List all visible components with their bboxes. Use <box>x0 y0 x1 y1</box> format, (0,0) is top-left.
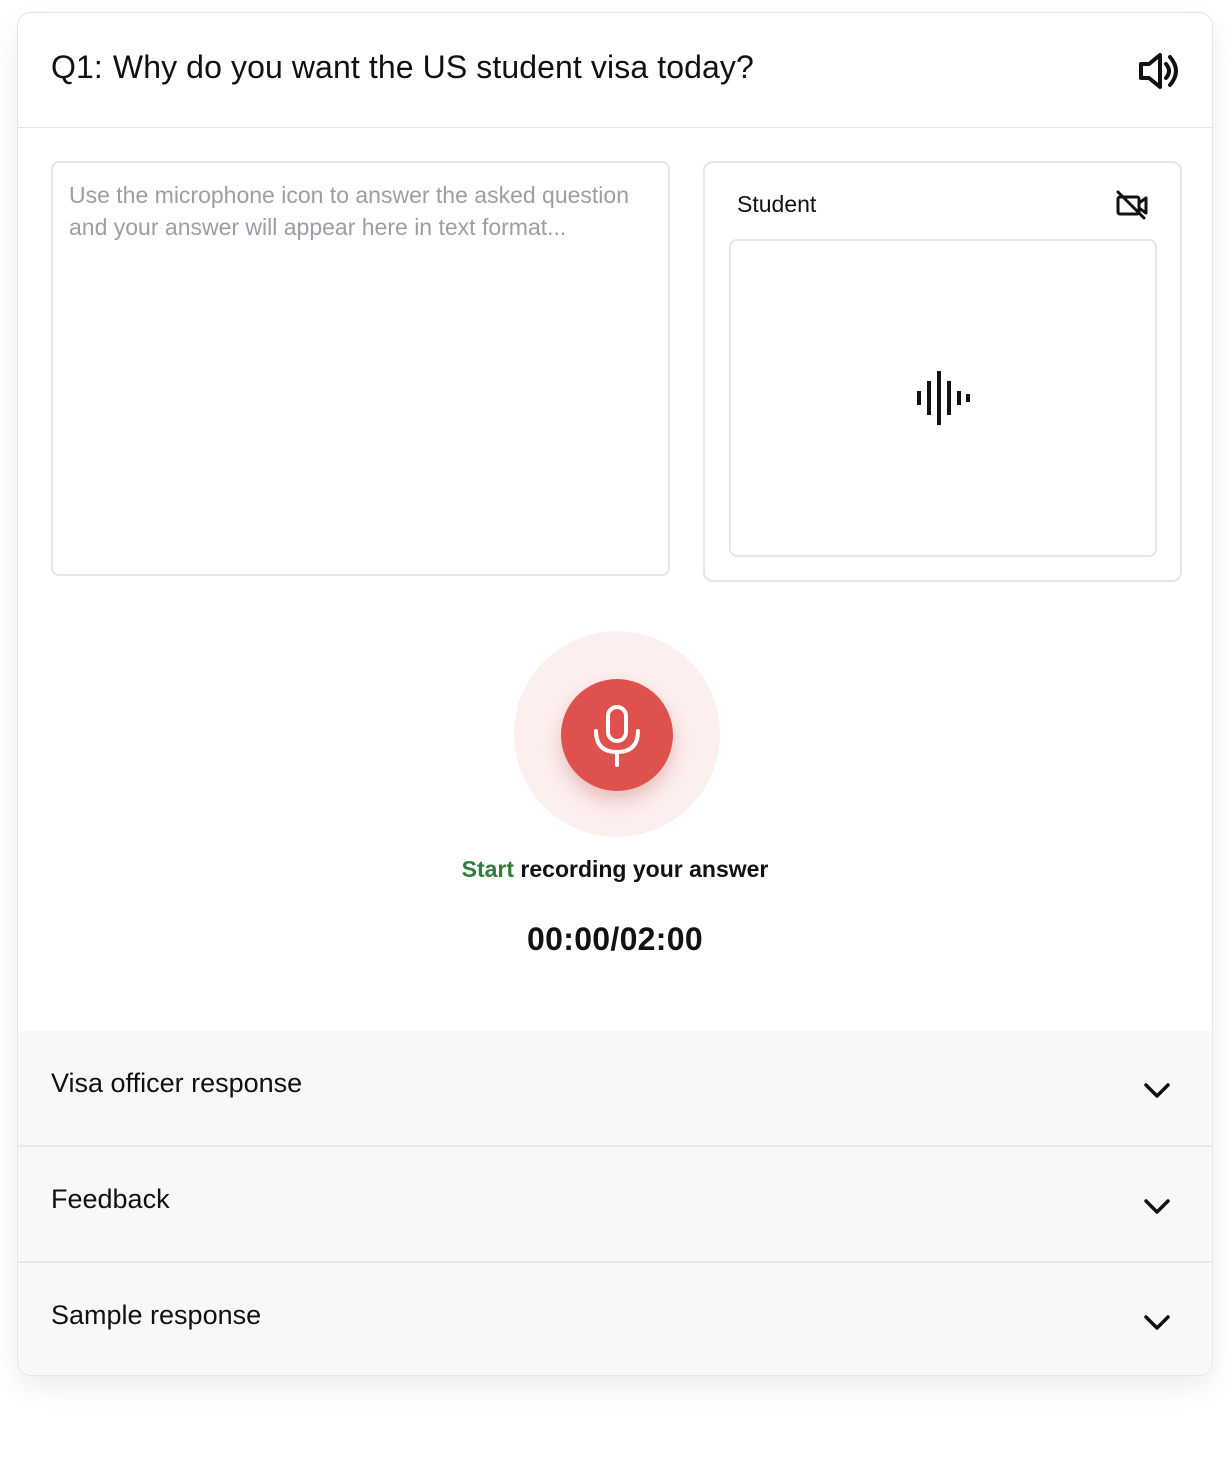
video-preview <box>729 239 1157 557</box>
answer-text-area[interactable]: Use the microphone icon to answer the as… <box>51 161 670 576</box>
student-video-panel: Student <box>703 161 1182 582</box>
question-text: Why do you want the US student visa toda… <box>112 49 754 85</box>
record-start-word: Start <box>461 856 515 882</box>
video-off-icon <box>1116 190 1148 220</box>
accordion-label: Feedback <box>51 1184 170 1214</box>
question-header: Q1: Why do you want the US student visa t… <box>18 13 1212 128</box>
answer-placeholder: Use the microphone icon to answer the as… <box>69 182 629 240</box>
question-title: Q1: Why do you want the US student visa t… <box>51 49 754 86</box>
accordion-label: Sample response <box>51 1300 262 1330</box>
accordion-visa-officer-response[interactable]: Visa officer response <box>18 1031 1212 1146</box>
accordion-feedback[interactable]: Feedback <box>18 1145 1212 1260</box>
waveform-icon <box>917 371 970 425</box>
microphone-icon <box>594 705 640 767</box>
record-button[interactable] <box>561 679 673 791</box>
speaker-icon <box>1139 53 1178 89</box>
question-card: Q1: Why do you want the US student visa t… <box>17 12 1213 1376</box>
record-instruction-rest: recording your answer <box>514 856 769 882</box>
play-question-audio-button[interactable] <box>1136 49 1180 93</box>
chevron-down-icon <box>1144 1083 1170 1098</box>
chevron-down-icon <box>1144 1199 1170 1214</box>
question-number: Q1: <box>51 49 103 85</box>
toggle-camera-button[interactable] <box>1115 188 1149 222</box>
recording-timer: 00:00/02:00 <box>527 921 703 957</box>
record-instruction: Start recording your answer <box>18 856 1212 883</box>
accordion-sample-response[interactable]: Sample response <box>18 1261 1212 1375</box>
accordion-label: Visa officer response <box>51 1068 303 1098</box>
chevron-down-icon <box>1144 1315 1170 1330</box>
student-label: Student <box>737 191 817 217</box>
